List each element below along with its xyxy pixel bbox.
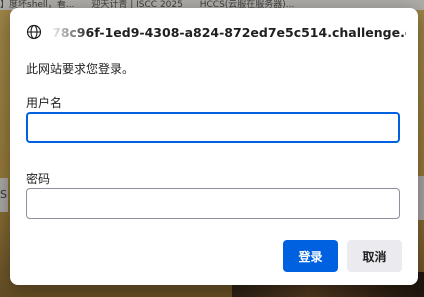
auth-dialog: 78c96f-1ed9-4308-a824-872ed7e5c514.chall…	[10, 8, 418, 285]
username-label: 用户名	[26, 96, 63, 110]
password-label: 密码	[26, 172, 51, 186]
globe-icon	[26, 24, 42, 40]
site-origin: 78c96f-1ed9-4308-a824-872ed7e5c514.chall…	[52, 24, 406, 40]
password-field[interactable]	[26, 188, 400, 219]
username-field[interactable]	[26, 112, 400, 143]
login-button[interactable]: 登录	[283, 240, 338, 272]
cancel-button[interactable]: 取消	[347, 240, 402, 272]
login-message: 此网站要求您登录。	[26, 62, 135, 76]
dialog-header: 78c96f-1ed9-4308-a824-872ed7e5c514.chall…	[26, 22, 406, 42]
